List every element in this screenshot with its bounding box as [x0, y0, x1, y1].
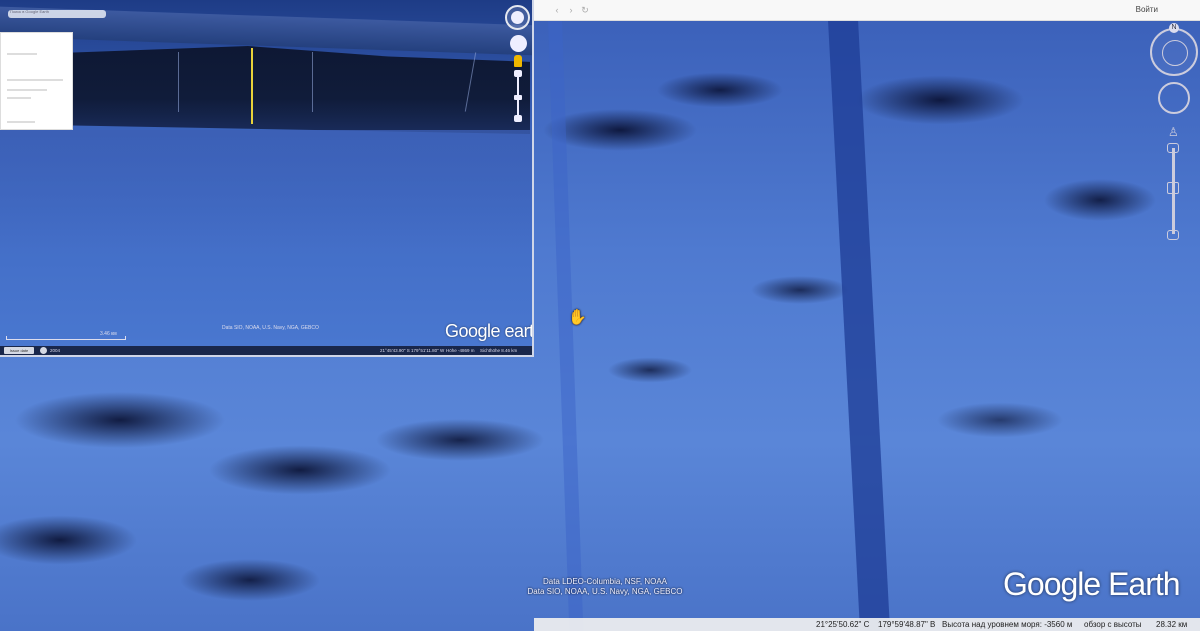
scale-label: 3.46 км [100, 331, 117, 337]
eye-altitude-readout: 28.32 км [1156, 620, 1188, 629]
panel-line [7, 121, 35, 123]
latitude-readout: 21°25'50.62" С [816, 620, 870, 629]
attribution-line-1: Data LDEO-Columbia, NSF, NOAA [542, 577, 668, 586]
imagery-year: 2004 [50, 348, 61, 353]
pegman-icon[interactable] [514, 55, 522, 67]
zoom-in-button[interactable] [1167, 143, 1179, 153]
side-panel[interactable] [0, 32, 73, 130]
look-joystick-icon[interactable] [510, 35, 527, 52]
pegman-icon[interactable]: ♙ [1168, 124, 1179, 140]
zoom-slider-knob[interactable] [1167, 182, 1179, 194]
inset-status-bar: 21°45'43.90" S 179°51'11.80" W Höhe -486… [0, 346, 532, 355]
data-attribution: Data LDEO-Columbia, NSF, NOAA Data SIO, … [505, 577, 705, 597]
elevation-readout: Höhe -4869 m [446, 348, 475, 353]
history-icon[interactable] [40, 347, 47, 354]
hand-cursor-icon: ✋ [568, 309, 587, 326]
terrain-trench [828, 18, 892, 631]
search-placeholder: Поиск в Google Earth [10, 9, 50, 14]
login-link[interactable]: Войти [1136, 5, 1158, 14]
refresh-icon[interactable]: ↻ [580, 5, 590, 15]
data-attribution: Data SIO, NOAA, U.S. Navy, NGA, GEBCO [222, 325, 319, 331]
main-top-bar: ‹ › ↻ Войти [534, 0, 1200, 21]
zoom-out-button[interactable] [514, 115, 522, 122]
terrain-wall [60, 46, 530, 134]
imagery-date-button[interactable]: Issue date [4, 347, 34, 354]
boundary-line [251, 48, 253, 124]
google-earth-logo: Google earth [445, 321, 534, 341]
google-earth-logo: Google Earth [1003, 566, 1181, 602]
eye-altitude-readout: Sichthöhe 8.46 km [480, 348, 518, 353]
zoom-out-button[interactable] [1167, 230, 1179, 240]
grid-line [312, 52, 313, 112]
back-icon[interactable]: ‹ [552, 5, 562, 15]
longitude-readout: 179°59'48.87" В [878, 620, 936, 629]
panel-line [7, 97, 31, 99]
inset-map-view[interactable]: Поиск в Google Earth 3.46 км Data SIO, N… [0, 0, 534, 357]
compass-ring-icon[interactable] [1150, 28, 1198, 76]
compass-ring-icon[interactable] [505, 5, 530, 30]
main-status-bar: 21°25'50.62" С 179°59'48.87" В Высота на… [534, 618, 1200, 631]
elevation-readout: Высота над уровнем моря: -3560 м [942, 620, 1073, 629]
terrain-floor [0, 130, 532, 250]
coords-readout: 21°45'43.90" S 179°51'11.80" W [380, 348, 445, 353]
forward-icon[interactable]: › [566, 5, 576, 15]
panel-line [7, 53, 37, 55]
grid-line [178, 52, 179, 112]
zoom-in-button[interactable] [514, 70, 522, 77]
zoom-slider-knob[interactable] [514, 95, 522, 100]
attribution-line-2: Data SIO, NOAA, U.S. Navy, NGA, GEBCO [527, 587, 683, 596]
compass-north-icon[interactable]: N [1169, 23, 1179, 33]
look-joystick-icon[interactable] [1158, 82, 1190, 114]
eye-altitude-label: обзор с высоты [1084, 620, 1142, 629]
panel-line [7, 89, 47, 91]
panel-line [7, 79, 63, 81]
